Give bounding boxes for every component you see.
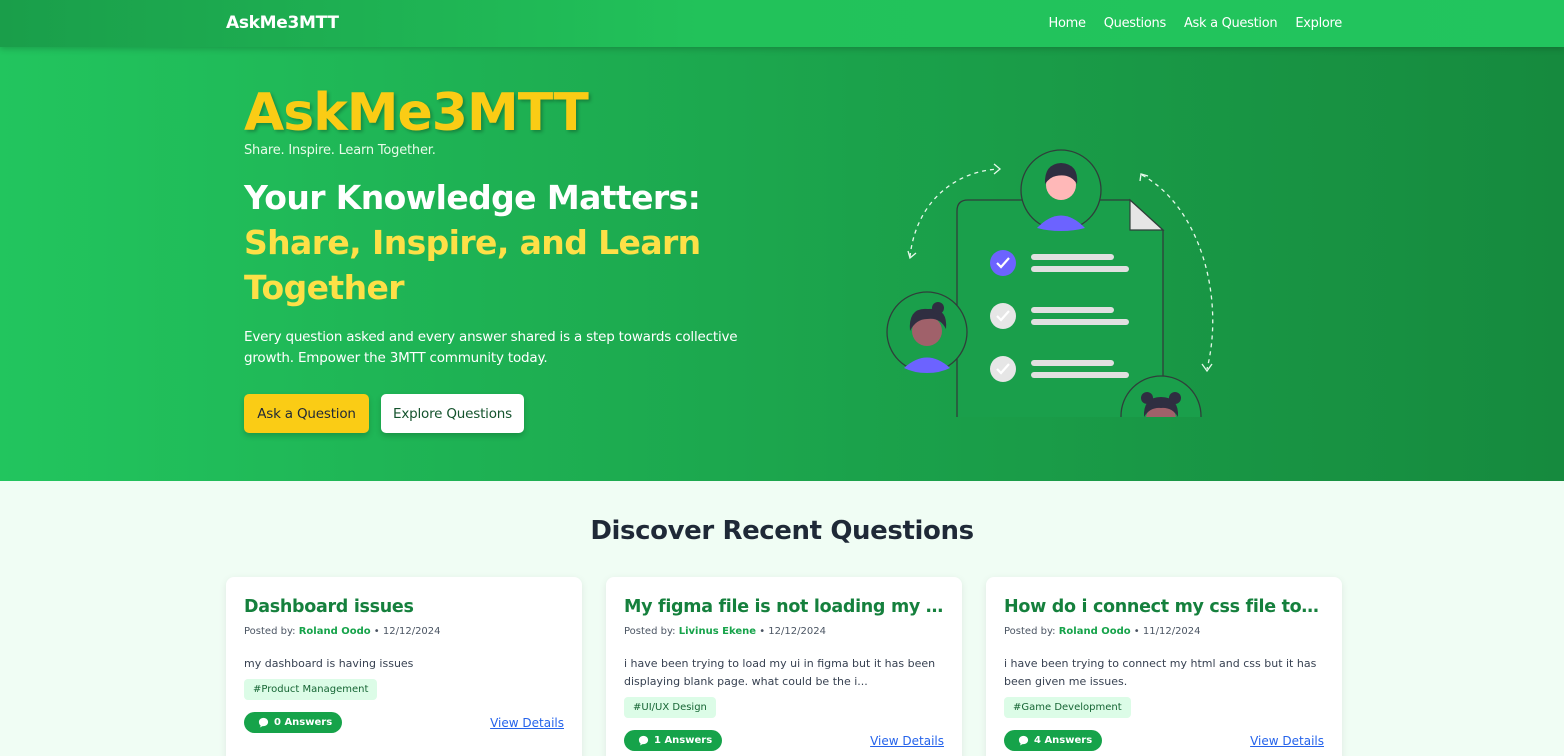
brand-logo[interactable]: AskMe3MTT (226, 13, 339, 33)
question-excerpt: i have been trying to connect my html an… (1004, 657, 1317, 688)
question-title[interactable]: My figma file is not loading my ui desig… (624, 597, 944, 617)
nav-link-questions[interactable]: Questions (1104, 16, 1167, 31)
meta-separator: • (1133, 626, 1143, 637)
question-card: Dashboard issues Posted by: Roland Oodo … (226, 577, 582, 756)
hero-heading-line2: Share, Inspire, and Learn Together (244, 223, 701, 307)
view-details-link[interactable]: View Details (1250, 734, 1324, 748)
recent-questions-title: Discover Recent Questions (590, 516, 974, 546)
nav-links: Home Questions Ask a Question Explore (1049, 16, 1343, 31)
posted-by-label: Posted by: (624, 626, 676, 637)
question-tag[interactable]: #Game Development (1004, 697, 1131, 718)
posted-by-label: Posted by: (244, 626, 296, 637)
nav-link-explore[interactable]: Explore (1295, 16, 1342, 31)
question-author[interactable]: Roland Oodo (299, 626, 371, 637)
question-meta: Posted by: Livinus Ekene • 12/12/2024 (624, 626, 826, 637)
answers-badge: 0 Answers (244, 712, 343, 733)
view-details-link[interactable]: View Details (490, 716, 564, 730)
question-card: How do i connect my css file to html Pos… (986, 577, 1342, 756)
chat-bubble-icon (1018, 735, 1029, 746)
hero-heading-line1: Your Knowledge Matters: (244, 178, 701, 217)
answers-badge: 4 Answers (1004, 730, 1103, 751)
ask-question-button[interactable]: Ask a Question (244, 394, 369, 433)
answers-count: 0 Answers (274, 717, 333, 728)
answers-badge: 1 Answers (624, 730, 723, 751)
posted-by-label: Posted by: (1004, 626, 1056, 637)
hero-section: AskMe3MTT Share. Inspire. Learn Together… (0, 47, 1564, 481)
question-meta: Posted by: Roland Oodo • 11/12/2024 (1004, 626, 1201, 637)
question-author[interactable]: Livinus Ekene (679, 626, 756, 637)
explore-questions-button[interactable]: Explore Questions (381, 394, 524, 433)
view-details-link[interactable]: View Details (870, 734, 944, 748)
hero-heading: Your Knowledge Matters: Share, Inspire, … (244, 175, 764, 310)
top-navbar: AskMe3MTT Home Questions Ask a Question … (0, 0, 1564, 47)
answers-count: 1 Answers (654, 735, 713, 746)
hero-title: AskMe3MTT (244, 83, 589, 143)
question-author[interactable]: Roland Oodo (1059, 626, 1131, 637)
nav-link-home[interactable]: Home (1049, 16, 1087, 31)
hero-tagline: Share. Inspire. Learn Together. (244, 143, 436, 158)
question-card: My figma file is not loading my ui desig… (606, 577, 962, 756)
question-date: 12/12/2024 (382, 626, 441, 637)
question-excerpt: i have been trying to load my ui in figm… (624, 657, 936, 688)
question-title[interactable]: Dashboard issues (244, 597, 564, 617)
question-meta: Posted by: Roland Oodo • 12/12/2024 (244, 626, 441, 637)
question-title[interactable]: How do i connect my css file to html (1004, 597, 1324, 617)
question-excerpt: my dashboard is having issues (244, 657, 414, 670)
chat-bubble-icon (638, 735, 649, 746)
question-tag[interactable]: #Product Management (244, 679, 378, 700)
question-date: 12/12/2024 (768, 626, 826, 637)
community-illustration (886, 149, 1214, 417)
nav-link-ask-question[interactable]: Ask a Question (1184, 16, 1278, 31)
meta-separator: • (373, 626, 383, 637)
question-tag[interactable]: #UI/UX Design (624, 697, 716, 718)
chat-bubble-icon (258, 717, 269, 728)
meta-separator: • (759, 626, 769, 637)
question-date: 11/12/2024 (1142, 626, 1201, 637)
hero-description: Every question asked and every answer sh… (244, 329, 738, 366)
answers-count: 4 Answers (1034, 735, 1093, 746)
